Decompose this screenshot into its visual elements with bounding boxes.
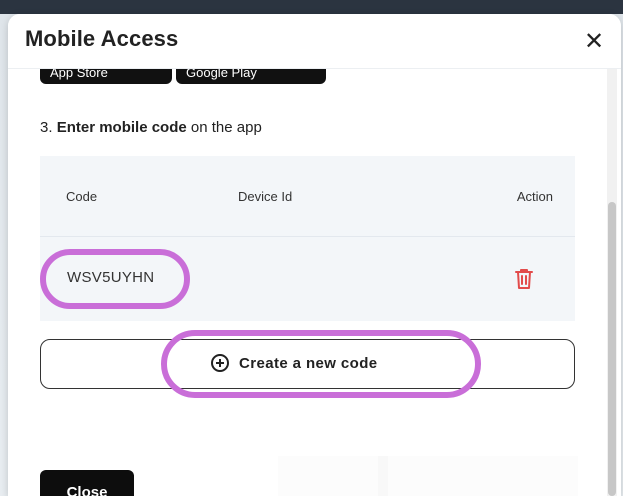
- background-placeholder: [278, 456, 578, 496]
- step-bold: Enter mobile code: [56, 119, 187, 136]
- column-header-code: Code: [66, 189, 98, 204]
- dialog-title: Mobile Access: [25, 26, 179, 51]
- step-instruction: 3. Enter mobile code on the app: [40, 119, 262, 136]
- create-new-code-content: Create a new code: [211, 354, 378, 372]
- close-button[interactable]: Close: [40, 470, 134, 496]
- scrollbar[interactable]: [607, 68, 617, 496]
- close-icon[interactable]: ✕: [581, 28, 607, 55]
- step-prefix: 3.: [40, 119, 57, 136]
- code-cell: WSV5UYHN: [67, 269, 155, 286]
- create-new-code-button[interactable]: Create a new code: [40, 339, 575, 389]
- app-store-label: App Store: [50, 68, 108, 80]
- column-header-device-id: Device Id: [238, 189, 293, 204]
- table-header: Code Device Id Action: [40, 156, 575, 237]
- mobile-access-dialog: Mobile Access ✕ App Store Google Play 3.…: [8, 14, 621, 496]
- store-badges: App Store Google Play: [40, 68, 326, 84]
- scrollbar-thumb[interactable]: [608, 202, 616, 496]
- dialog-body: App Store Google Play 3. Enter mobile co…: [8, 68, 621, 496]
- create-new-code-label: Create a new code: [239, 354, 378, 372]
- google-play-label: Google Play: [186, 68, 257, 80]
- column-header-action: Action: [516, 189, 553, 204]
- google-play-badge[interactable]: Google Play: [176, 68, 326, 84]
- plus-circle-icon: [211, 354, 229, 372]
- dialog-header: Mobile Access ✕: [8, 14, 621, 69]
- trash-icon[interactable]: [513, 267, 535, 291]
- mobile-code-table: Code Device Id Action WSV5UYHN: [40, 156, 575, 321]
- table-row: WSV5UYHN: [40, 237, 575, 321]
- step-suffix: on the app: [186, 119, 262, 136]
- app-store-badge[interactable]: App Store: [40, 68, 172, 84]
